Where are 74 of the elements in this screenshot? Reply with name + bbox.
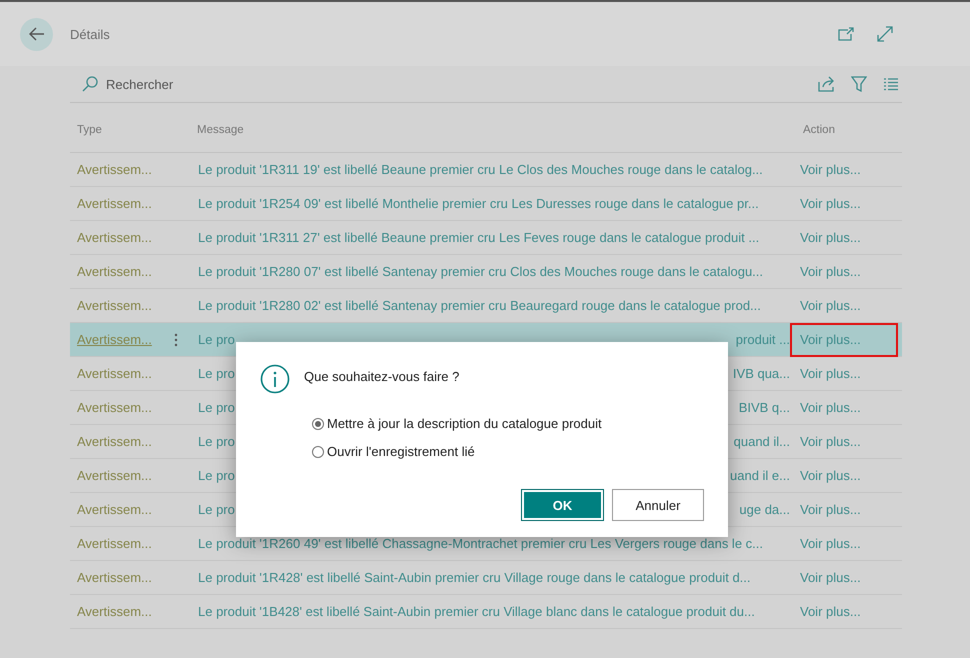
list-icon — [883, 77, 899, 91]
type-cell-text: Avertissem... — [76, 468, 153, 483]
see-more-link[interactable]: Voir plus... — [790, 560, 898, 594]
see-more-link[interactable]: Voir plus... — [790, 356, 898, 390]
message-cell-text: Le produit '1R311 19' est libellé Beaune premier cru Le Clos des Mouches rouge dans le catalog... — [197, 162, 764, 177]
message-cell: uge da... — [739, 502, 790, 517]
see-more-link[interactable]: Voir plus... — [790, 458, 898, 492]
message-cell-text: Le produit '1R280 07' est libellé Santenay premier cru Clos des Mouches rouge dans le catalogu... — [197, 264, 764, 279]
column-header[interactable]: Message — [190, 124, 796, 136]
radio-option[interactable]: Mettre à jour la description du catalogue produit — [312, 416, 704, 431]
see-more-link[interactable]: Voir plus... — [790, 288, 898, 322]
see-more-link[interactable]: Voir plus... — [790, 526, 898, 560]
message-cell: Le pro — [198, 468, 235, 483]
cancel-button[interactable]: Annuler — [612, 489, 704, 521]
table-row[interactable]: Avertissem... Le produit '1R428' est libellé Saint-Aubin premier cru Village rouge dans le catalogue produit d... Voir plus... — [70, 561, 902, 595]
message-cell: Le pro — [198, 502, 235, 517]
see-more-link[interactable]: Voir plus... — [790, 220, 898, 254]
message-cell: BIVB q... — [738, 400, 790, 415]
see-more-link[interactable]: Voir plus... — [790, 152, 898, 186]
share-icon — [818, 76, 836, 92]
message-cell: uand il e... — [730, 468, 790, 483]
see-more-link[interactable]: Voir plus... — [790, 322, 898, 356]
see-more-link[interactable]: Voir plus... — [790, 254, 898, 288]
see-more-link[interactable]: Voir plus... — [790, 594, 898, 628]
table-row[interactable]: Avertissem... Le produit '1R311 19' est libellé Beaune premier cru Le Clos des Mouches rouge dans le catalog... Voir plus... — [70, 153, 902, 187]
search-field[interactable]: Rechercher — [104, 76, 308, 92]
radio-option[interactable]: Ouvrir l'enregistrement lié — [312, 444, 704, 459]
type-cell-text: Avertissem... — [76, 536, 153, 551]
type-cell-text: Avertissem... — [76, 332, 153, 347]
type-cell-text: Avertissem... — [76, 502, 153, 517]
type-cell-text: Avertissem... — [76, 400, 153, 415]
table-row[interactable]: Avertissem... Le produit '1R311 27' est libellé Beaune premier cru Les Feves rouge dans le catalogue produit ... Voir plus... — [70, 221, 902, 255]
type-cell-text: Avertissem... — [76, 298, 153, 313]
table-row[interactable]: Avertissem... Le produit '1R280 07' est libellé Santenay premier cru Clos des Mouches rouge dans le catalogu... Voir plus... — [70, 255, 902, 289]
ok-button[interactable]: OK — [521, 489, 604, 521]
type-cell-text: Avertissem... — [76, 196, 153, 211]
info-icon — [260, 364, 290, 394]
type-cell-text: Avertissem... — [76, 570, 153, 585]
open-new-window-icon — [838, 27, 854, 41]
back-button[interactable] — [20, 18, 53, 50]
see-more-link[interactable]: Voir plus... — [790, 424, 898, 458]
search-icon — [82, 76, 98, 92]
message-cell: Le pro — [198, 366, 235, 381]
back-arrow-icon — [28, 27, 44, 41]
dialog-title: Que souhaitez-vous faire ? — [304, 368, 460, 384]
see-more-link[interactable]: Voir plus... — [790, 186, 898, 220]
type-cell-text: Avertissem... — [76, 434, 153, 449]
message-cell-text: Le produit '1R280 02' est libellé Santenay premier cru Beauregard rouge dans le catalogue prod... — [197, 298, 762, 313]
message-cell-text: Le produit '1B428' est libellé Saint-Aubin premier cru Village blanc dans le catalogue produit du... — [197, 604, 756, 619]
see-more-link[interactable]: Voir plus... — [790, 390, 898, 424]
message-cell-text: Le produit '1R260 49' est libellé Chassagne-Montrachet premier cru Les Vergers rouge dans le c... — [197, 536, 764, 551]
more-options-icon[interactable] — [174, 332, 178, 346]
table-row[interactable]: Avertissem... Le produit '1B428' est libellé Saint-Aubin premier cru Village blanc dans le catalogue produit du... Voir plus... — [70, 595, 902, 629]
expand-icon — [877, 26, 893, 42]
message-cell-text: Le produit '1R254 09' est libellé Monthelie premier cru Les Duresses rouge dans le catalogue pr... — [197, 196, 760, 211]
column-header[interactable]: Action — [796, 124, 896, 136]
message-cell: Le pro — [198, 400, 235, 415]
message-cell: quand il... — [734, 434, 790, 449]
type-cell-text: Avertissem... — [76, 162, 153, 177]
message-cell-text: Le produit '1R428' est libellé Saint-Aubin premier cru Village rouge dans le catalogue produit d... — [197, 570, 752, 585]
type-cell-text: Avertissem... — [76, 604, 153, 619]
message-cell: Le pro — [198, 434, 235, 449]
message-cell: produit ... — [736, 332, 790, 347]
type-cell-text: Avertissem... — [76, 264, 153, 279]
see-more-link[interactable]: Voir plus... — [790, 492, 898, 526]
table-row[interactable]: Avertissem... Le produit '1R254 09' est libellé Monthelie premier cru Les Duresses rouge dans le catalogue pr... Voir plus... — [70, 187, 902, 221]
message-cell: Le pro — [198, 332, 235, 347]
type-cell-text: Avertissem... — [76, 366, 153, 381]
column-header[interactable]: Type — [70, 124, 190, 136]
filter-icon — [851, 76, 867, 92]
page-title: Détails — [70, 26, 111, 42]
type-cell-text: Avertissem... — [76, 230, 153, 245]
message-cell: IVB qua... — [732, 366, 790, 381]
message-cell-text: Le produit '1R311 27' est libellé Beaune premier cru Les Feves rouge dans le catalogue produit ... — [197, 230, 760, 245]
